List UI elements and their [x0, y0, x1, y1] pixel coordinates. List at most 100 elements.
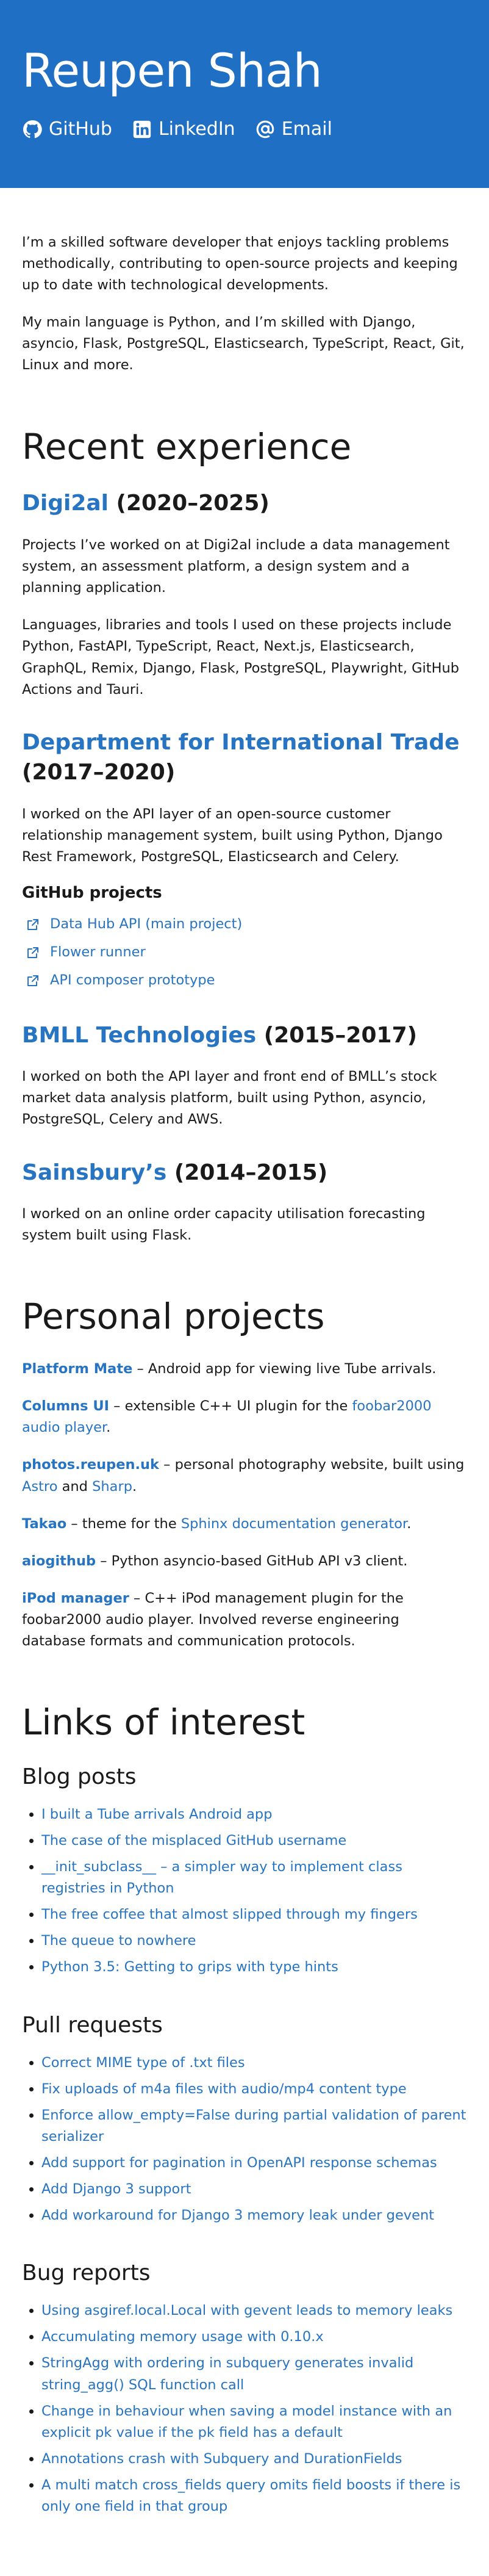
- intro-paragraph: I’m a skilled software developer that en…: [22, 234, 458, 294]
- bug-reports-list: Using asgiref.local.Local with gevent le…: [22, 2300, 467, 2517]
- links-section: Blog posts I built a Tube arrivals Andro…: [22, 1764, 467, 2517]
- experience-paragraph: I worked on both the API layer and front…: [22, 1069, 437, 1128]
- blog-post-link[interactable]: The queue to nowhere: [41, 1933, 196, 1949]
- project-link[interactable]: photos.reupen.uk: [22, 1457, 159, 1473]
- project-item: iPod manager – C++ iPod management plugi…: [22, 1588, 467, 1652]
- project-link[interactable]: iPod manager: [22, 1590, 129, 1606]
- list-item: Correct MIME type of .txt files: [41, 2052, 467, 2074]
- list-item: Add Django 3 support: [41, 2179, 467, 2200]
- list-item: The case of the misplaced GitHub usernam…: [41, 1830, 467, 1852]
- intro-section: I’m a skilled software developer that en…: [22, 232, 467, 377]
- github-project-link[interactable]: Flower runner: [50, 942, 146, 963]
- experience-years: (2017–2020): [22, 760, 176, 785]
- experience-title: BMLL Technologies (2015–2017): [22, 1020, 467, 1051]
- company-link[interactable]: BMLL Technologies: [22, 1023, 256, 1048]
- project-description: and: [57, 1478, 93, 1495]
- pull-request-link[interactable]: Fix uploads of m4a files with audio/mp4 …: [41, 2081, 407, 2097]
- list-item: Python 3.5: Getting to grips with type h…: [41, 1957, 467, 1978]
- bug-report-link[interactable]: Change in behaviour when saving a model …: [41, 2403, 452, 2441]
- list-item: Fix uploads of m4a files with audio/mp4 …: [41, 2079, 467, 2100]
- experience-paragraph: I worked on the API layer of an open-sou…: [22, 806, 443, 865]
- pull-request-link[interactable]: Correct MIME type of .txt files: [41, 2055, 245, 2071]
- projects-section: Platform Mate – Android app for viewing …: [22, 1358, 467, 1652]
- list-item: Accumulating memory usage with 0.10.x: [41, 2326, 467, 2348]
- company-link[interactable]: Department for International Trade: [22, 730, 460, 755]
- list-item: The free coffee that almost slipped thro…: [41, 1904, 467, 1925]
- experience-years: (2020–2025): [109, 491, 269, 516]
- project-description: .: [132, 1478, 137, 1495]
- pull-request-link[interactable]: Add Django 3 support: [41, 2181, 191, 2197]
- linkedin-icon: [132, 119, 152, 140]
- email-link[interactable]: Email: [255, 118, 332, 140]
- project-item: Takao – theme for the Sphinx documentati…: [22, 1513, 467, 1535]
- experience-heading: Recent experience: [22, 425, 352, 467]
- links-heading: Links of interest: [22, 1701, 305, 1744]
- github-project-link[interactable]: Data Hub API (main project): [50, 914, 242, 935]
- pull-request-link[interactable]: Add support for pagination in OpenAPI re…: [41, 2155, 437, 2171]
- project-description: .: [407, 1515, 412, 1532]
- list-item: Add support for pagination in OpenAPI re…: [41, 2152, 467, 2174]
- projects-heading: Personal projects: [22, 1296, 325, 1338]
- company-link[interactable]: Digi2al: [22, 491, 109, 516]
- list-item: Add workaround for Django 3 memory leak …: [41, 2205, 467, 2226]
- bug-report-link[interactable]: Accumulating memory usage with 0.10.x: [41, 2329, 324, 2345]
- email-label: Email: [281, 118, 332, 140]
- inline-link[interactable]: Sphinx documentation generator: [181, 1516, 407, 1532]
- project-item: Columns UI – extensible C++ UI plugin fo…: [22, 1396, 467, 1438]
- experience-paragraph: Languages, libraries and tools I used on…: [22, 617, 460, 698]
- project-link[interactable]: Takao: [22, 1516, 66, 1532]
- github-icon: [22, 119, 43, 140]
- experience-item-digi2al: Digi2al (2020–2025) Projects I’ve worked…: [22, 488, 467, 700]
- project-link[interactable]: aiogithub: [22, 1553, 96, 1569]
- github-project-link[interactable]: API composer prototype: [50, 970, 215, 991]
- linkedin-link[interactable]: LinkedIn: [132, 118, 235, 140]
- page-title: Reupen Shah: [22, 43, 323, 98]
- bug-reports-heading: Bug reports: [22, 2260, 151, 2286]
- bug-report-link[interactable]: StringAgg with ordering in subquery gene…: [41, 2355, 413, 2392]
- project-link[interactable]: Platform Mate: [22, 1361, 132, 1377]
- company-link[interactable]: Sainsbury’s: [22, 1160, 166, 1185]
- bug-report-link[interactable]: A multi match cross_fields query omits f…: [41, 2477, 460, 2514]
- pull-requests-heading: Pull requests: [22, 2012, 163, 2038]
- project-description: – Android app for viewing live Tube arri…: [132, 1361, 437, 1377]
- project-link[interactable]: Columns UI: [22, 1398, 109, 1414]
- linkedin-label: LinkedIn: [158, 118, 235, 140]
- github-link[interactable]: GitHub: [22, 118, 112, 140]
- main-content: I’m a skilled software developer that en…: [0, 188, 489, 2517]
- list-item: Using asgiref.local.Local with gevent le…: [41, 2300, 467, 2322]
- experience-years: (2015–2017): [256, 1022, 418, 1048]
- blog-post-link[interactable]: I built a Tube arrivals Android app: [41, 1806, 272, 1822]
- experience-title: Department for International Trade (2017…: [22, 727, 467, 788]
- project-item: photos.reupen.uk – personal photography …: [22, 1454, 467, 1497]
- blog-post-link[interactable]: __init_subclass__ – a simpler way to imp…: [41, 1859, 402, 1896]
- project-item: aiogithub – Python asyncio-based GitHub …: [22, 1551, 467, 1572]
- page-header: Reupen Shah GitHub LinkedIn Email: [0, 0, 489, 188]
- blog-post-link[interactable]: Python 3.5: Getting to grips with type h…: [41, 1959, 338, 1975]
- bug-report-link[interactable]: Using asgiref.local.Local with gevent le…: [41, 2303, 452, 2318]
- project-description: – theme for the: [66, 1515, 181, 1532]
- list-item: __init_subclass__ – a simpler way to imp…: [41, 1856, 467, 1899]
- blog-post-link[interactable]: The case of the misplaced GitHub usernam…: [41, 1833, 346, 1849]
- intro-paragraph: My main language is Python, and I’m skil…: [22, 314, 465, 373]
- list-item: Enforce allow_empty=False during partial…: [41, 2105, 467, 2148]
- github-projects-heading: GitHub projects: [22, 884, 162, 903]
- list-item: A multi match cross_fields query omits f…: [41, 2475, 467, 2517]
- blog-post-link[interactable]: The free coffee that almost slipped thro…: [41, 1907, 418, 1922]
- experience-title: Sainsbury’s (2014–2015): [22, 1158, 467, 1188]
- experience-title: Digi2al (2020–2025): [22, 488, 467, 519]
- project-description: – personal photography website, built us…: [159, 1457, 465, 1473]
- list-item: Flower runner: [26, 942, 467, 963]
- pull-request-link[interactable]: Add workaround for Django 3 memory leak …: [41, 2207, 434, 2223]
- experience-section: Digi2al (2020–2025) Projects I’ve worked…: [22, 488, 467, 1246]
- bug-report-link[interactable]: Annotations crash with Subquery and Dura…: [41, 2451, 402, 2467]
- inline-link[interactable]: Astro: [22, 1479, 57, 1495]
- inline-link[interactable]: Sharp: [92, 1479, 132, 1495]
- list-item: Data Hub API (main project): [26, 914, 467, 935]
- github-projects-list: Data Hub API (main project) Flower runne…: [26, 914, 467, 990]
- project-description: – Python asyncio-based GitHub API v3 cli…: [96, 1553, 408, 1569]
- pull-request-link[interactable]: Enforce allow_empty=False during partial…: [41, 2107, 466, 2145]
- blog-posts-list: I built a Tube arrivals Android app The …: [22, 1804, 467, 1979]
- external-link-icon: [26, 973, 40, 988]
- list-item: Change in behaviour when saving a model …: [41, 2401, 467, 2444]
- list-item: API composer prototype: [26, 970, 467, 991]
